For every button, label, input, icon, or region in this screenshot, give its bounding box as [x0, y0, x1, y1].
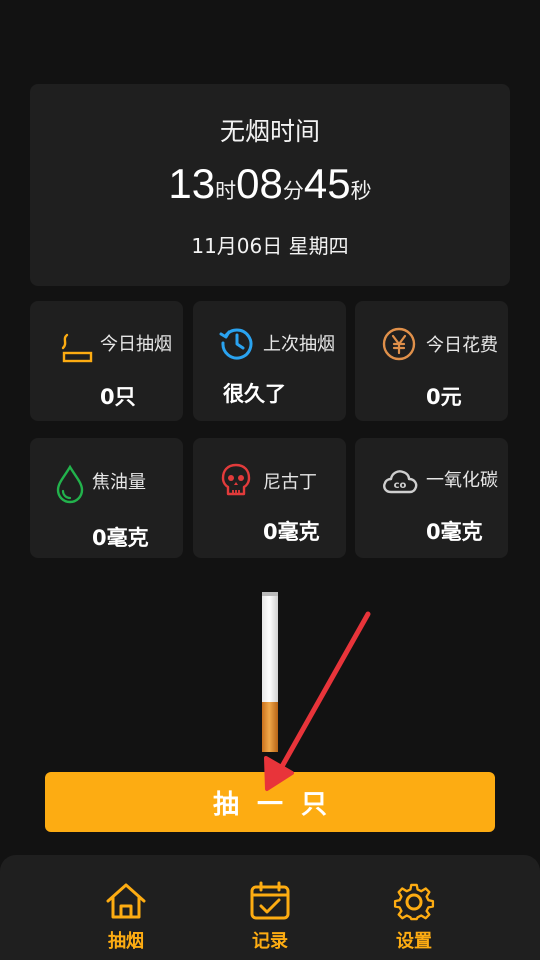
yuan-coin-icon	[382, 327, 416, 365]
nav-item-records[interactable]: 记录	[230, 881, 310, 957]
stat-label: 上次抽烟	[263, 334, 335, 355]
calendar-check-icon	[250, 881, 290, 920]
timer-seconds-unit: 秒	[350, 179, 372, 203]
stat-label: 尼古丁	[263, 472, 317, 493]
stat-tar: 焦油量 0毫克	[30, 438, 183, 558]
home-icon	[106, 883, 146, 919]
bottom-nav: 抽烟 记录 设置	[0, 855, 540, 960]
cigarette-tip	[262, 592, 278, 596]
timer-hours-unit: 时	[215, 179, 237, 203]
timer-hours: 13	[168, 160, 216, 207]
timer-minutes-unit: 分	[282, 179, 304, 203]
smoke-one-button[interactable]: 抽一只	[45, 772, 495, 832]
timer-counter: 13时08分45秒	[30, 160, 510, 208]
stat-last-smoked: 上次抽烟 很久了	[193, 301, 346, 421]
nav-label: 设置	[396, 931, 432, 952]
drop-icon	[55, 464, 85, 508]
stat-value: 0毫克	[426, 520, 483, 544]
timer-title: 无烟时间	[219, 117, 320, 146]
cigarette-icon	[54, 329, 94, 369]
timer-minutes: 08	[236, 160, 283, 207]
nav-item-settings[interactable]: 设置	[374, 881, 454, 957]
no-smoke-timer-card: 无烟时间 13时08分45秒 11月06日 星期四	[30, 84, 510, 286]
stat-value: 0只	[100, 385, 136, 409]
gear-icon	[393, 883, 435, 921]
stat-value: 0元	[426, 385, 462, 409]
nav-label: 记录	[252, 931, 288, 952]
skull-icon	[220, 463, 252, 503]
stat-value: 0毫克	[92, 526, 149, 550]
history-icon	[219, 325, 255, 365]
nav-item-smoke[interactable]: 抽烟	[86, 881, 166, 957]
stat-label: 一氧化碳	[426, 470, 498, 491]
co-cloud-icon: co	[381, 466, 419, 500]
stat-label: 焦油量	[92, 472, 146, 493]
svg-text:co: co	[394, 480, 407, 491]
stat-value: 0毫克	[263, 520, 320, 544]
stat-today-smoked: 今日抽烟 0只	[30, 301, 183, 421]
stat-carbon-monoxide: co 一氧化碳 0毫克	[355, 438, 508, 558]
nav-label: 抽烟	[108, 931, 144, 952]
stat-value: 很久了	[223, 382, 286, 406]
timer-seconds: 45	[303, 160, 351, 207]
cigarette-illustration	[262, 592, 278, 752]
cigarette-filter	[262, 702, 278, 752]
cigarette-paper	[262, 592, 278, 702]
timer-date: 11月06日 星期四	[191, 234, 349, 258]
stat-nicotine: 尼古丁 0毫克	[193, 438, 346, 558]
stat-label: 今日花费	[426, 335, 498, 356]
stat-label: 今日抽烟	[100, 334, 172, 355]
stat-today-cost: 今日花费 0元	[355, 301, 508, 421]
